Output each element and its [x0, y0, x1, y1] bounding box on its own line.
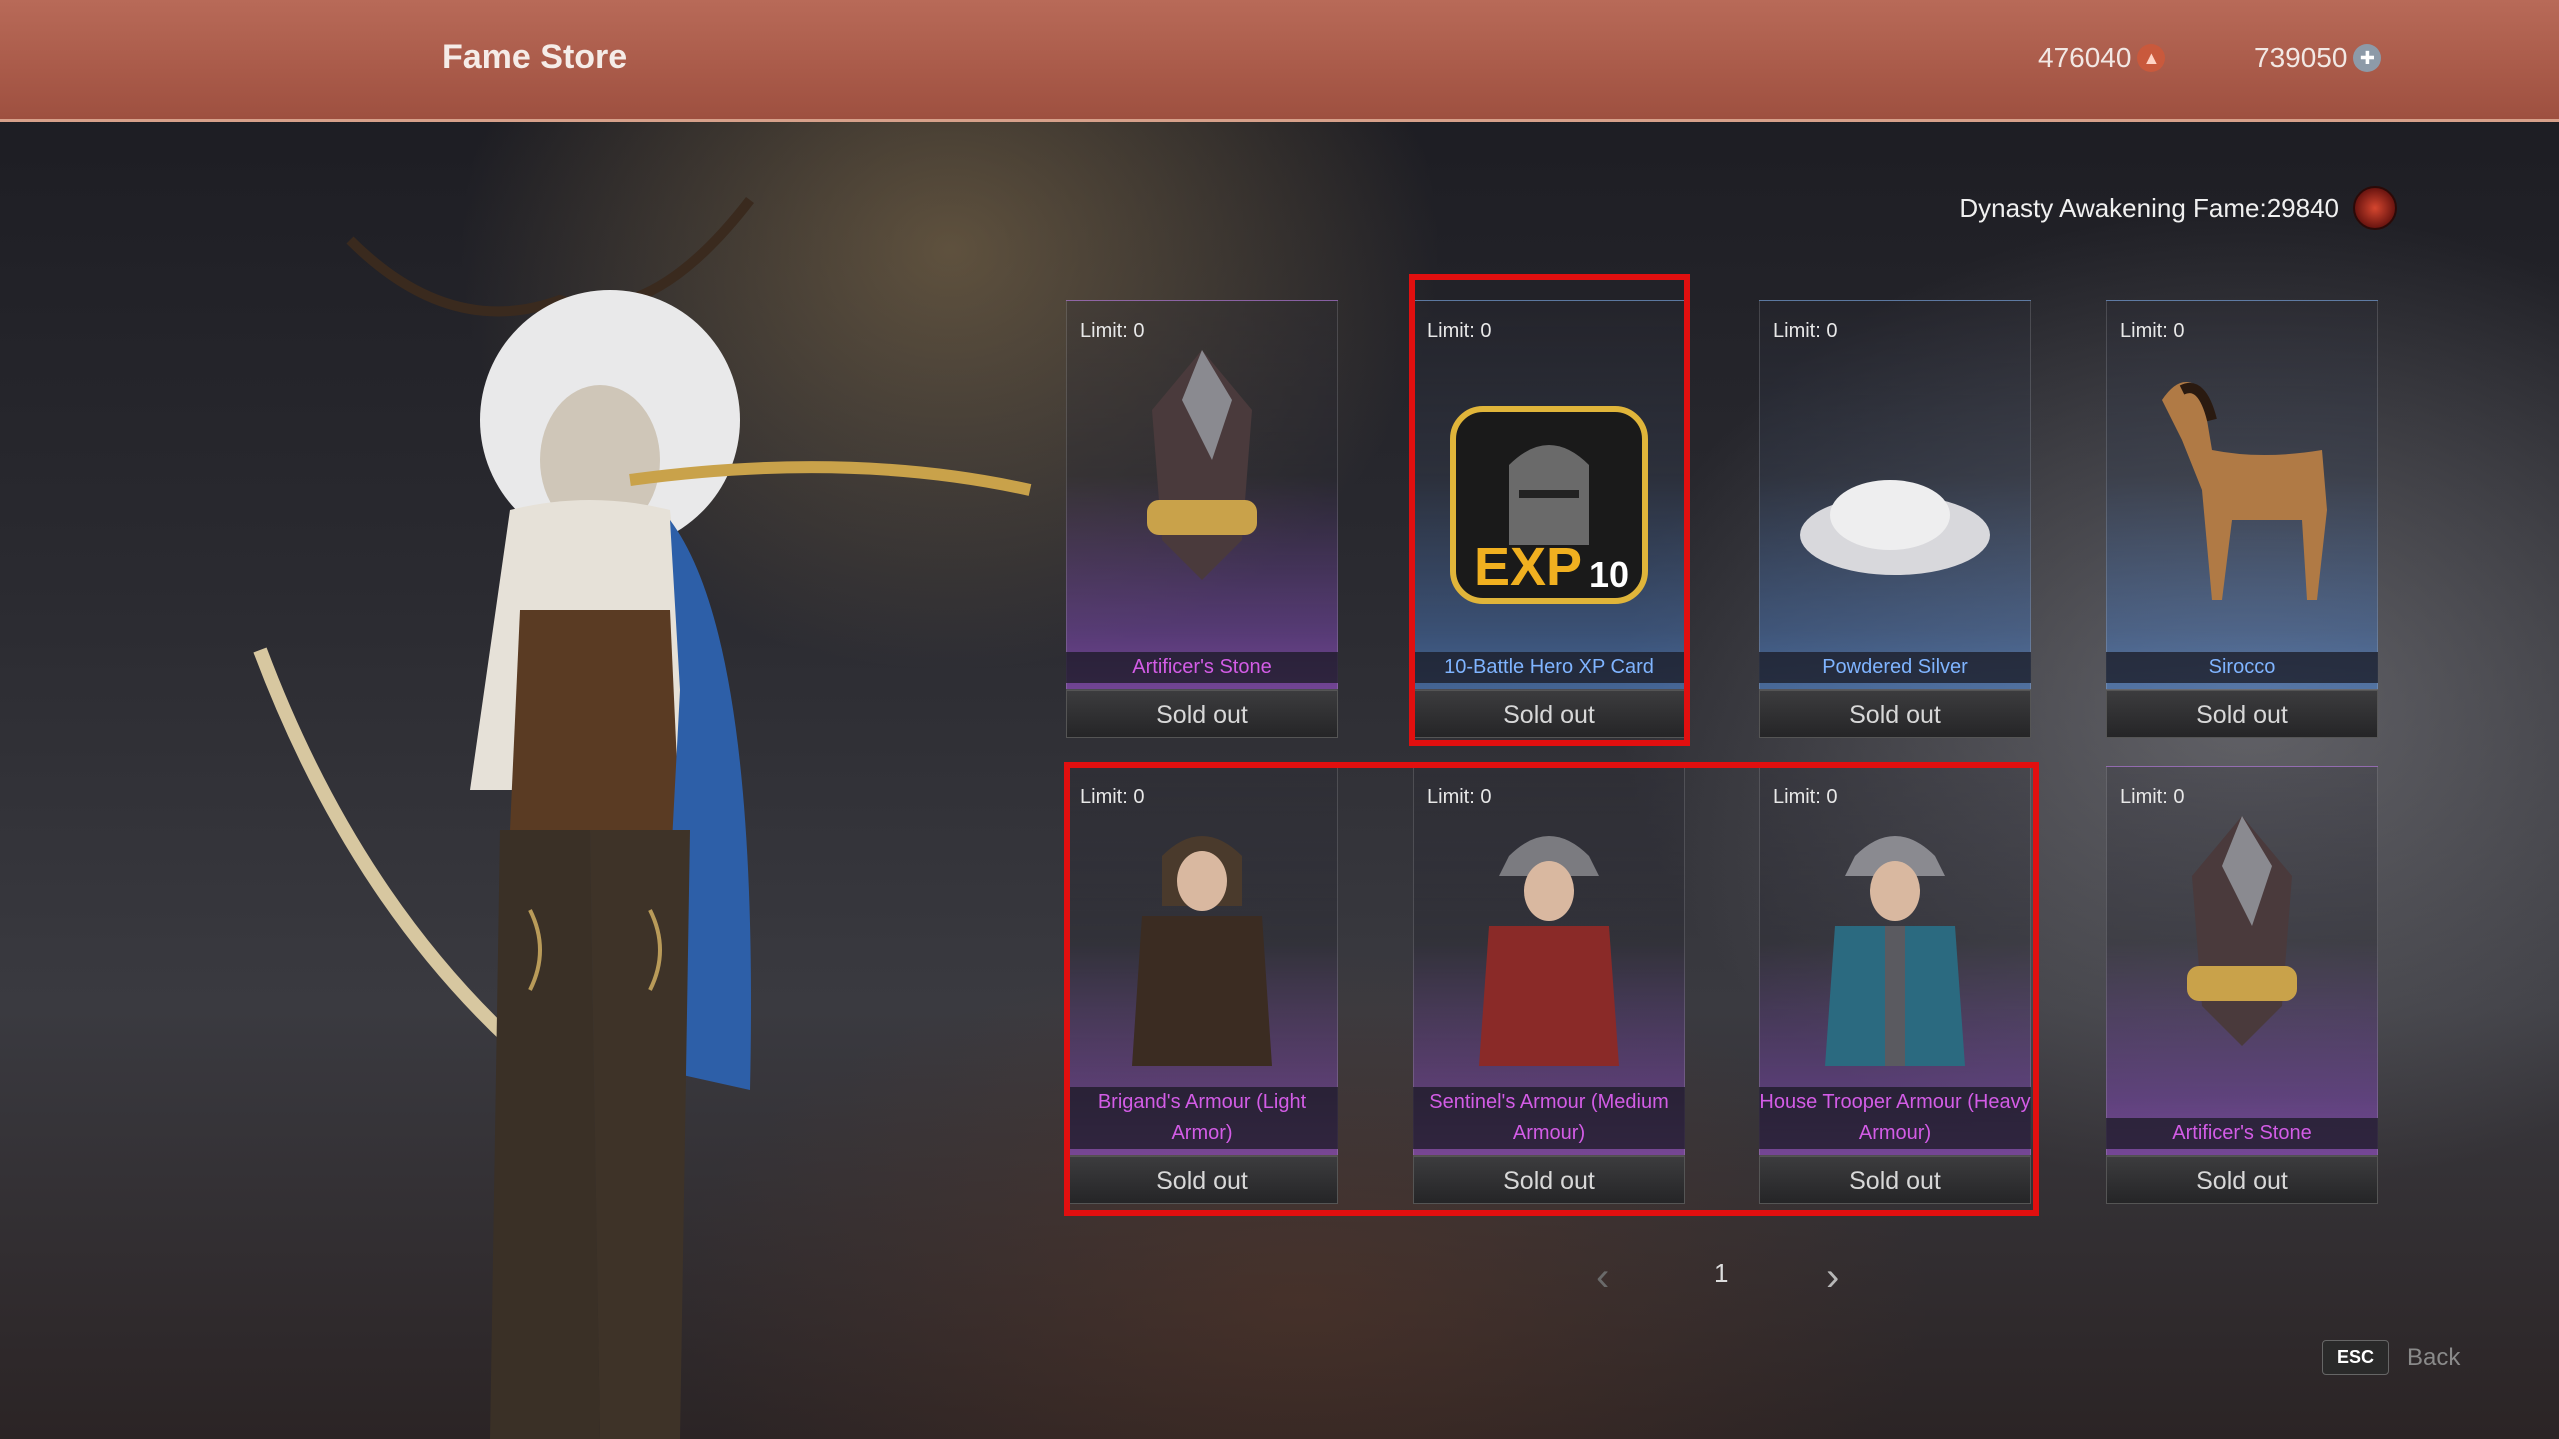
powdered-silver-icon: [1800, 480, 1990, 575]
page-title: Fame Store: [442, 38, 628, 76]
fame-emblem-icon: [2353, 186, 2397, 230]
silver-currency-icon: ✚: [2353, 44, 2382, 72]
item-name: Artificer's Stone: [1066, 652, 1338, 683]
page-number: 1: [1714, 1258, 1729, 1288]
currency-1-amount: 476040: [2038, 42, 2132, 73]
currency-2: 739050 ✚: [2254, 42, 2382, 74]
sold-out-button[interactable]: Sold out: [2106, 1156, 2378, 1204]
currency-2-amount: 739050: [2254, 42, 2348, 73]
artificers-stone-icon: [1147, 350, 1257, 580]
chevron-right-icon[interactable]: ›: [1826, 1255, 1839, 1300]
fame-display: Dynasty Awakening Fame:29840: [1959, 186, 2397, 230]
esc-key-icon[interactable]: ESC: [2322, 1340, 2390, 1375]
item-limit: Limit: 0: [2120, 320, 2185, 342]
item-limit: Limit: 0: [1773, 320, 1838, 342]
sold-out-button[interactable]: Sold out: [1759, 690, 2031, 738]
fame-label: Dynasty Awakening Fame:29840: [1959, 192, 2339, 223]
back-label[interactable]: Back: [2407, 1344, 2460, 1372]
sold-out-button[interactable]: Sold out: [1066, 690, 1338, 738]
highlight-box-xp-card: [1409, 274, 1690, 746]
flame-currency-icon: ▲: [2137, 44, 2166, 72]
item-name: Sirocco: [2106, 652, 2378, 683]
back-control[interactable]: ESC Back: [2322, 1340, 2460, 1375]
item-name: Artificer's Stone: [2106, 1118, 2378, 1149]
currency-1: 476040 ▲: [2038, 42, 2166, 74]
top-bar: Fame Store 476040 ▲ 739050 ✚: [0, 0, 2559, 122]
item-name: Powdered Silver: [1759, 652, 2031, 683]
hero-character-portrait: [253, 196, 1032, 1439]
artificers-stone-icon: [2187, 816, 2297, 1046]
horse-icon: [2162, 382, 2327, 600]
sold-out-button[interactable]: Sold out: [2106, 690, 2378, 738]
highlight-box-armours: [1064, 762, 2039, 1216]
chevron-left-icon[interactable]: ‹: [1596, 1255, 1609, 1300]
